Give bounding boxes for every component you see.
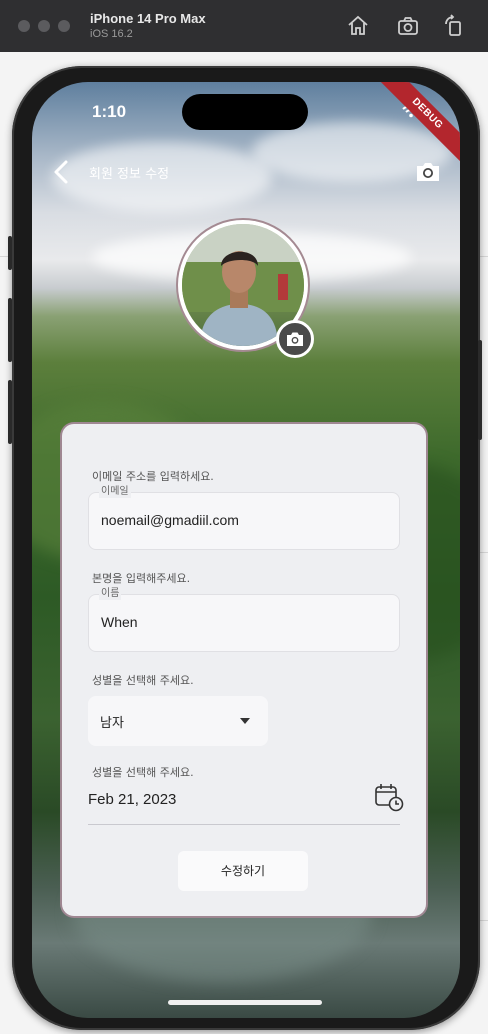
simulator-os-version: iOS 16.2 bbox=[90, 28, 133, 40]
mute-switch bbox=[8, 236, 12, 270]
dynamic-island bbox=[182, 94, 308, 130]
screenshot-icon[interactable] bbox=[396, 14, 420, 38]
status-time: 1:10 bbox=[92, 102, 127, 121]
gender-value: 남자 bbox=[100, 716, 124, 731]
rotate-icon[interactable] bbox=[442, 14, 466, 38]
email-field[interactable]: 이메일 noemail@gmadiil.com bbox=[88, 486, 400, 550]
gender-select[interactable]: 남자 bbox=[88, 696, 268, 746]
gender-section-label: 성별을 선택해 주세요. bbox=[92, 674, 194, 687]
profile-edit-form: 이메일 주소를 입력하세요. 이메일 noemail@gmadiil.com 본… bbox=[62, 424, 426, 916]
home-indicator bbox=[168, 1000, 322, 1005]
date-section-label: 성별을 선택해 주세요. bbox=[92, 766, 194, 779]
simulator-title-bar: iPhone 14 Pro Max iOS 16.2 bbox=[0, 0, 488, 53]
name-field[interactable]: 이름 When bbox=[88, 588, 400, 652]
caret-down-icon bbox=[240, 718, 250, 724]
simulator-device-name: iPhone 14 Pro Max bbox=[90, 11, 206, 26]
change-photo-button[interactable] bbox=[276, 320, 314, 358]
chevron-left-icon[interactable] bbox=[48, 158, 76, 186]
date-underline bbox=[88, 824, 400, 825]
email-value: noemail@gmadiil.com bbox=[101, 512, 239, 528]
date-value[interactable]: Feb 21, 2023 bbox=[88, 791, 176, 808]
calendar-clock-icon[interactable] bbox=[374, 782, 404, 812]
page-title: 회원 정보 수정 bbox=[89, 167, 170, 182]
home-icon[interactable] bbox=[346, 14, 370, 38]
email-section-label: 이메일 주소를 입력하세요. bbox=[92, 470, 214, 483]
app-bar: 회원 정보 수정 bbox=[32, 152, 460, 192]
window-minimize-button[interactable] bbox=[38, 20, 50, 32]
submit-button[interactable]: 수정하기 bbox=[178, 851, 308, 891]
power-button bbox=[478, 340, 482, 440]
name-section-label: 본명을 입력해주세요. bbox=[92, 572, 191, 585]
camera-icon bbox=[287, 332, 303, 346]
name-value: When bbox=[101, 614, 138, 630]
window-close-button[interactable] bbox=[18, 20, 30, 32]
window-zoom-button[interactable] bbox=[58, 20, 70, 32]
camera-icon[interactable] bbox=[414, 158, 442, 186]
name-field-label: 이름 bbox=[99, 588, 122, 600]
email-field-label: 이메일 bbox=[99, 486, 131, 498]
volume-up-button bbox=[8, 298, 12, 362]
app-screen: 1:10 DEBUG 회원 정보 수정 이메일 주소를 입력하세요. 이메일 n… bbox=[32, 82, 460, 1018]
volume-down-button bbox=[8, 380, 12, 444]
